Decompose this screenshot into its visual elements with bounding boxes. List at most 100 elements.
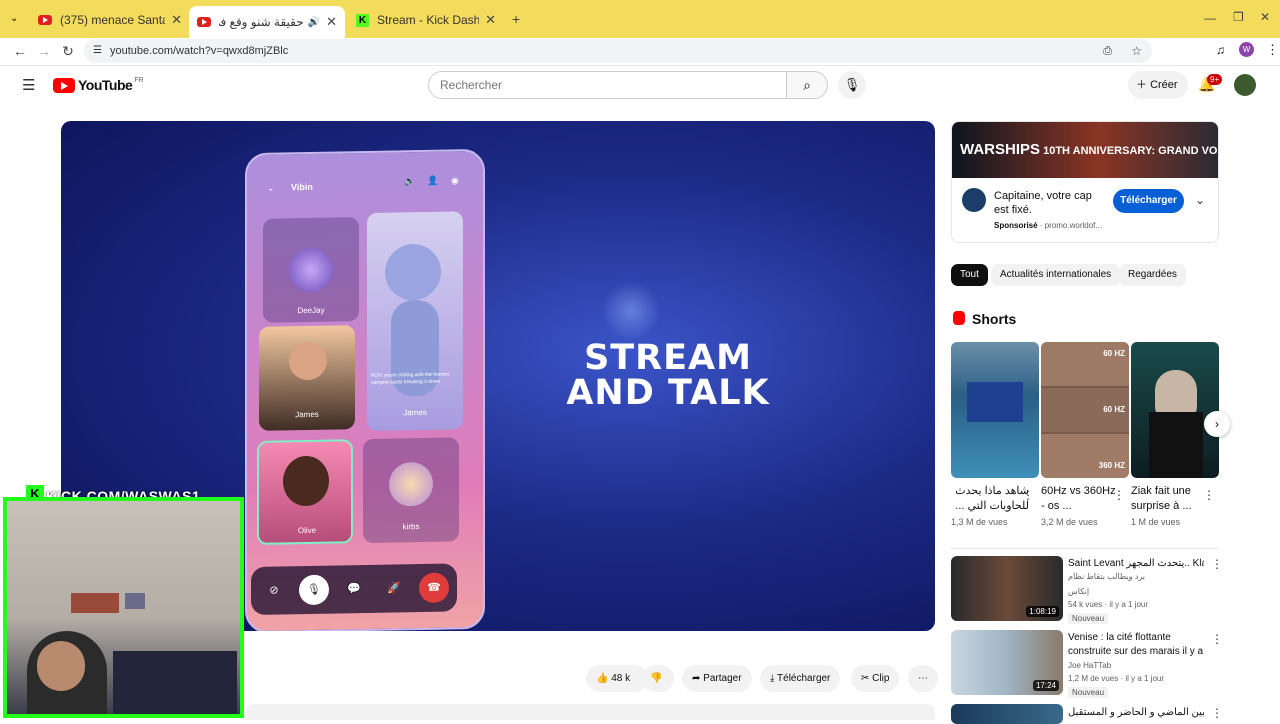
james-face (289, 341, 327, 381)
chevron-down-icon: ⌄ (267, 182, 275, 193)
frame-bottom (1041, 434, 1129, 478)
url-field[interactable]: ☰ youtube.com/watch?v=qwxd8mjZBlc ⎙ ☆ (84, 39, 1152, 63)
restore-icon[interactable]: ❐ (1233, 10, 1244, 24)
ad-brand: WARSHIPS (960, 141, 1041, 158)
search-input[interactable]: Rechercher (428, 71, 787, 99)
clip-button[interactable]: ✂ Clip (851, 665, 900, 692)
chip-international-news[interactable]: Actualités internationales (991, 264, 1121, 286)
short-title[interactable]: 60Hz vs 360Hz - os ... (1041, 484, 1119, 514)
browser-menu-icon[interactable]: ⋮ (1266, 42, 1279, 58)
bookmark-star-icon[interactable]: ☆ (1131, 39, 1142, 63)
share-button[interactable]: ➦ Partager (682, 665, 752, 692)
more-actions-button[interactable]: ⋯ (908, 665, 938, 692)
video-menu-icon[interactable]: ⋮ (1211, 557, 1223, 571)
hz-label: 60 HZ (1103, 349, 1125, 358)
short-views: 3,2 M de vues (1041, 517, 1098, 527)
minimize-icon[interactable]: — (1204, 11, 1216, 25)
video-title[interactable]: Venise : la cité flottante (1068, 631, 1204, 644)
close-tab-icon[interactable]: ✕ (171, 12, 182, 28)
close-tab-icon[interactable]: ✕ (485, 12, 496, 28)
wall-poster (125, 593, 145, 609)
video-title[interactable]: الماء بين الماضي و الحاضر و المستقبل (1068, 706, 1204, 719)
shorts-heading: Shorts (972, 311, 1017, 327)
container-shape (967, 382, 1023, 422)
short-menu-icon[interactable]: ⋮ (1203, 488, 1215, 502)
video-meta: 54 k vues · il y a 1 jour (1068, 600, 1149, 609)
site-info-icon[interactable]: ☰ (93, 39, 102, 63)
plus-icon: ＋ (1136, 79, 1151, 91)
ad-domain: · promo.worldof... (1039, 221, 1103, 230)
kick-favicon-icon: K (356, 13, 369, 27)
participant-name: Olive (297, 525, 317, 536)
chevron-down-icon[interactable]: ⌄ (1195, 193, 1205, 207)
hamburger-menu-icon[interactable]: ☰ (22, 76, 35, 94)
channel-name: Vibin (291, 181, 313, 193)
share-icon: ➦ (692, 673, 704, 684)
youtube-play-icon (53, 77, 75, 93)
tab-youtube-2-active[interactable]: حقيقة شنو وقع في الم (375) 🔊 ✕ (189, 6, 345, 38)
ad-download-button[interactable]: Télécharger (1113, 189, 1184, 213)
youtube-wordmark: YouTube (78, 77, 133, 93)
video-duration: 17:24 (1032, 680, 1059, 691)
account-avatar[interactable] (1234, 74, 1256, 96)
install-app-icon[interactable]: ⎙ (1103, 39, 1112, 63)
voice-search-button[interactable]: 🎙 (838, 71, 866, 99)
clip-label: Clip (872, 673, 890, 684)
video-thumbnail[interactable]: 17:24 (951, 630, 1063, 695)
caption-text: POV: youre chilling with the homies vamp… (371, 371, 450, 386)
kirbs-avatar (389, 461, 433, 507)
video-menu-icon[interactable]: ⋮ (1211, 706, 1223, 720)
new-badge: Nouveau (1068, 687, 1109, 698)
profile-avatar[interactable]: W (1239, 42, 1254, 57)
like-button[interactable]: 👍 48 k (586, 665, 649, 692)
video-title[interactable]: Saint Levant يتحدث المجهر.. Klay bbj (1068, 557, 1204, 570)
speaker-icon[interactable]: 🔊 (308, 17, 320, 28)
close-window-icon[interactable]: ✕ (1260, 10, 1270, 24)
channel-name[interactable]: Joe HaTTab (1068, 661, 1111, 670)
close-tab-icon[interactable]: ✕ (326, 14, 337, 30)
video-title-line2: برد ويطالب بتقاط نظام (1068, 572, 1145, 581)
olive-face (283, 455, 329, 507)
video-thumbnail[interactable] (951, 704, 1063, 724)
phone-mockup: ⌄ Vibin 🔈 👤 ◉ DeeJay POV: youre chilling… (245, 148, 485, 631)
video-headline: STREAM AND TALK (533, 341, 803, 411)
chip-all[interactable]: Tout (951, 264, 988, 286)
thumbs-down-icon: 👎 (650, 673, 663, 684)
short-thumbnail[interactable]: 60 HZ 60 HZ 360 HZ (1041, 342, 1129, 478)
short-menu-icon[interactable]: ⋮ (1113, 488, 1125, 502)
download-button[interactable]: ⤓ Télécharger (760, 665, 841, 692)
create-button[interactable]: ＋ Créer (1128, 71, 1188, 99)
short-menu-icon[interactable]: ⋮ (1022, 488, 1034, 502)
video-menu-icon[interactable]: ⋮ (1211, 632, 1223, 646)
create-label: Créer (1150, 79, 1178, 91)
sponsored-ad[interactable]: WARSHIPS 10TH ANNIVERSARY: GRAND VOYAGE … (951, 121, 1219, 243)
description-box[interactable] (246, 704, 935, 720)
chip-watched[interactable]: Regardées (1119, 264, 1186, 286)
tab-search-icon[interactable]: ⌄ (10, 13, 18, 24)
participant-name: DeeJay (297, 305, 325, 316)
scissors-icon: ✂ (861, 673, 873, 684)
tab-kick-dashboard[interactable]: K Stream - Kick Dashboard ✕ (348, 6, 504, 34)
video-thumbnail[interactable]: 1:08:19 (951, 556, 1063, 621)
download-label: Télécharger (777, 673, 831, 684)
dislike-button[interactable]: 👎 (642, 665, 674, 692)
participant-card-mascot: POV: youre chilling with the homies vamp… (367, 211, 463, 431)
tab-youtube-1[interactable]: (375) menace Santana - Guapo ✕ (30, 6, 190, 34)
short-title[interactable]: شاهد ماذا يحدث للحاويات التي ... (951, 484, 1029, 514)
youtube-favicon-icon (197, 17, 211, 27)
short-title[interactable]: Ziak fait une surprise à ... (1131, 484, 1209, 514)
channel-name[interactable]: إنكاس (1068, 587, 1089, 596)
forward-icon[interactable]: → (35, 43, 53, 59)
youtube-logo[interactable]: YouTube FR (53, 77, 144, 93)
media-control-icon[interactable]: ♫ (1216, 43, 1225, 57)
short-thumbnail[interactable] (951, 342, 1039, 478)
short-thumbnail[interactable] (1131, 342, 1219, 478)
search-button[interactable]: ⌕ (786, 71, 828, 99)
reload-icon[interactable]: ↻ (59, 43, 77, 60)
shorts-next-button[interactable]: › (1204, 411, 1230, 437)
back-icon[interactable]: ← (11, 43, 29, 59)
new-tab-icon[interactable]: + (512, 11, 520, 27)
gaming-chair (113, 651, 237, 714)
video-meta: 1,2 M de vues · il y a 1 jour (1068, 674, 1165, 683)
headline-line-1: STREAM (584, 338, 752, 378)
